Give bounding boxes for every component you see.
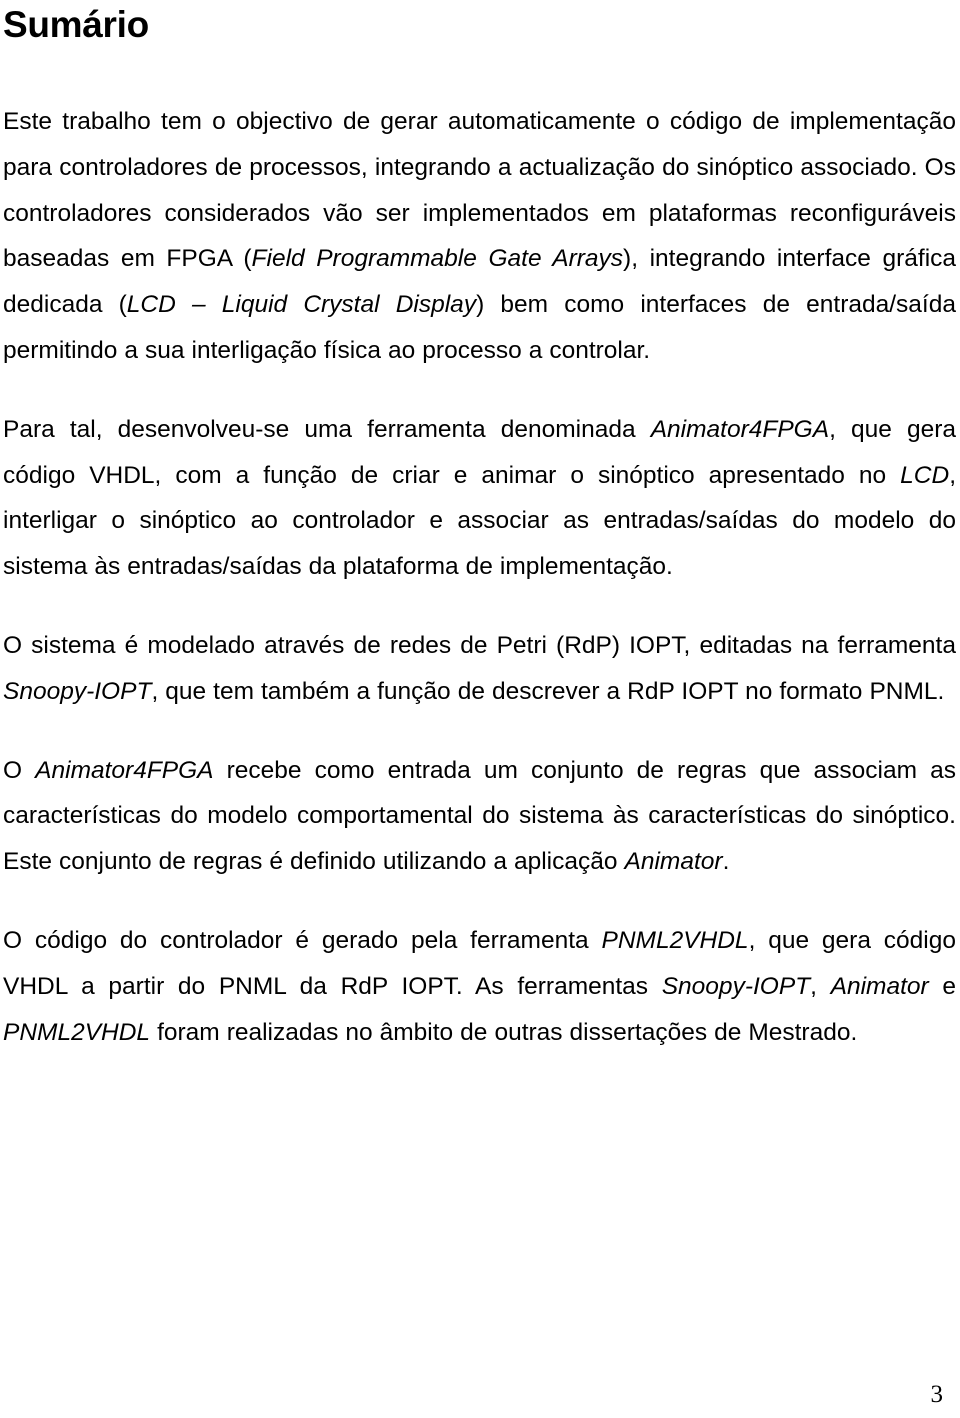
page-number: 3 [930, 1381, 944, 1408]
text-run: Para tal, desenvolveu-se uma ferramenta … [3, 415, 651, 443]
emphasis-run: Animator [830, 972, 929, 1000]
text-run: O sistema é modelado através de redes de… [3, 631, 956, 659]
page-title: Sumário [3, 4, 149, 45]
emphasis-run: Snoopy-IOPT [661, 972, 811, 1000]
paragraph: O código do controlador é gerado pela fe… [3, 918, 956, 1055]
emphasis-run: LCD – Liquid Crystal Display [126, 291, 477, 319]
text-run: , [810, 972, 831, 1000]
paragraph: Este trabalho tem o objectivo de gerar a… [3, 99, 956, 374]
emphasis-run: Animator [624, 848, 723, 876]
text-run: . [722, 848, 730, 876]
text-run: e [928, 972, 956, 1000]
emphasis-run: Animator4FPGA [35, 756, 214, 784]
paragraph: O Animator4FPGA recebe como entrada um c… [3, 748, 956, 885]
emphasis-run: PNML2VHDL [3, 1018, 151, 1046]
emphasis-run: PNML2VHDL [601, 926, 749, 954]
text-run: O [3, 756, 36, 784]
emphasis-run: Field Programmable Gate Arrays [251, 245, 624, 273]
page-content: Sumário Este trabalho tem o objectivo de… [3, 0, 956, 1055]
document-page: Sumário Este trabalho tem o objectivo de… [0, 0, 960, 1418]
text-run: O código do controlador é gerado pela fe… [3, 926, 602, 954]
text-run: , que tem também a função de descrever a… [151, 677, 945, 705]
emphasis-run: Animator4FPGA [650, 415, 830, 443]
emphasis-run: LCD [900, 461, 950, 489]
paragraph: O sistema é modelado através de redes de… [3, 623, 956, 715]
paragraph: Para tal, desenvolveu-se uma ferramenta … [3, 407, 956, 590]
text-run: foram realizadas no âmbito de outras dis… [150, 1018, 858, 1046]
emphasis-run: Snoopy-IOPT [3, 677, 152, 705]
abstract-body: Este trabalho tem o objectivo de gerar a… [3, 99, 956, 1055]
